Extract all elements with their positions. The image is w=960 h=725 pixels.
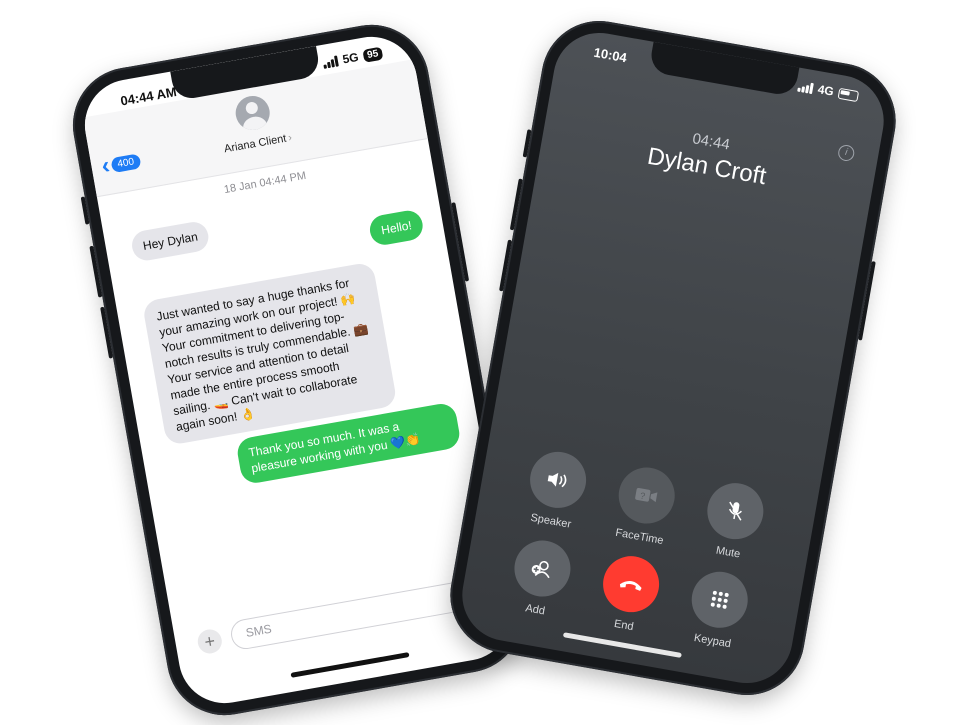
signal-icon [797,80,814,94]
message-bubble-outgoing[interactable]: Hello! [367,208,425,248]
keypad-label: Keypad [693,632,732,651]
battery-icon [837,87,860,102]
battery-level: 95 [362,46,384,63]
phone-hangup-icon [598,551,664,617]
sms-input[interactable] [242,595,417,642]
message-bubble-incoming[interactable]: Hey Dylan [129,219,212,263]
add-call-button[interactable]: Add [500,535,582,622]
facetime-label: FaceTime [614,526,665,548]
end-label: End [613,617,635,634]
power-button [857,261,876,341]
volume-down-button [100,306,114,359]
speaker-button[interactable]: Speaker [515,446,597,533]
facetime-icon: ? [614,463,680,528]
speaker-label: Speaker [529,511,573,531]
home-indicator[interactable] [290,652,410,678]
status-time: 10:04 [592,44,628,66]
chevron-right-icon: › [287,131,293,145]
speaker-icon [525,447,591,513]
microphone-muted-icon [702,478,768,544]
notch [648,41,800,98]
status-indicators: 4G [797,79,860,103]
mute-label: Mute [714,544,742,561]
plus-icon[interactable]: + [195,627,224,656]
contact-name: Ariana Client [223,132,288,156]
home-indicator[interactable] [562,632,682,658]
add-contact-icon [510,536,575,601]
call-screen: 10:04 4G i 04:44 Dylan Croft Speaker ? F… [455,25,891,691]
facetime-button[interactable]: ? FaceTime [604,462,686,549]
silent-switch [80,196,90,225]
add-label: Add [524,602,546,618]
end-call-button[interactable]: End [588,551,670,638]
network-label: 5G [341,49,360,67]
call-phone: 10:04 4G i 04:44 Dylan Croft Speaker ? F… [441,11,905,705]
signal-icon [322,54,339,69]
mute-button[interactable]: Mute [693,478,775,565]
contact-avatar[interactable] [232,93,273,133]
power-button [451,202,470,282]
keypad-button[interactable]: Keypad [677,566,759,653]
keypad-icon [687,567,753,633]
volume-up-button [509,178,523,231]
volume-down-button [499,239,513,292]
message-compose-field[interactable] [228,577,487,652]
silent-switch [522,129,532,158]
network-label: 4G [816,82,835,99]
volume-up-button [89,245,103,298]
